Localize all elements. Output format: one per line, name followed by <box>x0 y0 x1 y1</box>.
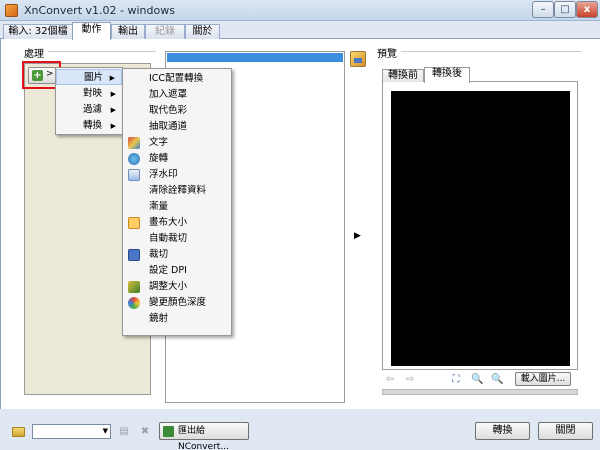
menu-item-watermark[interactable]: 浮水印 <box>123 167 231 183</box>
crop-icon <box>128 249 140 261</box>
convert-button[interactable]: 轉換 <box>475 422 530 440</box>
preset-combo[interactable]: ▼ <box>32 424 111 439</box>
processing-divider <box>48 51 156 52</box>
menu-item-text[interactable]: 文字 <box>123 135 231 151</box>
preview-scrollbar[interactable] <box>382 389 578 395</box>
maximize-button[interactable]: □ <box>554 1 576 18</box>
minimize-button[interactable]: – <box>532 1 554 18</box>
preview-divider <box>401 51 581 52</box>
processing-label: 處理 <box>24 49 44 60</box>
tab-log[interactable]: 紀錄 <box>145 24 185 39</box>
menu-item-icc-convert[interactable]: ICC配置轉換 <box>123 71 231 87</box>
selected-operation-bar[interactable] <box>167 53 343 62</box>
menu-item-gradient[interactable]: 漸量 <box>123 199 231 215</box>
tab-after[interactable]: 轉換後 <box>424 67 470 83</box>
category-menu: 圖片 ▶ 對映 ▶ 過濾 ▶ 轉換 ▶ <box>55 67 123 135</box>
menu-item-map[interactable]: 對映 ▶ <box>56 86 122 102</box>
close-app-button[interactable]: 關閉 <box>538 422 593 440</box>
expand-preview-arrow[interactable]: ▶ <box>354 231 361 241</box>
tab-about[interactable]: 關於 <box>185 24 220 39</box>
menu-item-clear-metadata[interactable]: 清除詮釋資料 <box>123 183 231 199</box>
submenu-arrow-icon: ▶ <box>110 106 116 114</box>
zoom-in-icon[interactable]: 🔍 <box>491 374 503 386</box>
submenu-arrow-icon: ▶ <box>110 90 116 98</box>
tab-input[interactable]: 輸入: 32個檔 <box>3 24 73 39</box>
chevron-down-icon: ▼ <box>102 427 108 435</box>
export-nconvert-label: 匯出給NConvert... <box>178 426 229 450</box>
menu-item-rotate[interactable]: 旋轉 <box>123 151 231 167</box>
menu-item-transform[interactable]: 轉換 ▶ <box>56 118 122 134</box>
delete-icon[interactable]: ✖ <box>139 426 151 438</box>
app-icon <box>5 4 18 17</box>
title-bar: XnConvert v1.02 - windows – □ x <box>0 0 600 21</box>
main-tab-bar: 輸入: 32個檔 動作 輸出 紀錄 關於 <box>0 22 600 40</box>
menu-item-mirror[interactable]: 鏡射 <box>123 311 231 327</box>
image-settings-icon[interactable] <box>350 51 366 67</box>
load-image-button[interactable]: 載入圖片... <box>515 372 571 386</box>
zoom-out-icon[interactable]: 🔍 <box>471 374 483 386</box>
menu-item-filter[interactable]: 過濾 ▶ <box>56 102 122 118</box>
menu-item-canvas-size[interactable]: 畫布大小 <box>123 215 231 231</box>
menu-item-add-mask[interactable]: 加入遮罩 <box>123 87 231 103</box>
resize-icon <box>128 281 140 293</box>
menu-item-auto-crop[interactable]: 自動裁切 <box>123 231 231 247</box>
tab-before[interactable]: 轉換前 <box>382 69 424 83</box>
submenu-arrow-icon: ▶ <box>109 74 115 82</box>
color-depth-icon <box>128 297 140 309</box>
paint-icon <box>128 137 140 149</box>
tab-actions[interactable]: 動作 <box>72 22 111 40</box>
image-submenu: ICC配置轉換 加入遮罩 取代色彩 抽取通道 文字 旋轉 浮水印 清除詮釋資料 … <box>122 68 232 336</box>
menu-item-image[interactable]: 圖片 ▶ <box>56 69 122 85</box>
preview-label: 預覽 <box>377 49 397 60</box>
menu-item-set-dpi[interactable]: 設定 DPI <box>123 263 231 279</box>
forward-icon[interactable]: ⇨ <box>404 374 416 386</box>
menu-item-replace-color[interactable]: 取代色彩 <box>123 103 231 119</box>
preview-tab-bar: 轉換前 轉換後 <box>382 67 578 83</box>
save-icon[interactable]: ▤ <box>118 426 130 438</box>
menu-item-color-depth[interactable]: 變更顏色深度 <box>123 295 231 311</box>
export-icon <box>163 426 174 437</box>
watermark-icon <box>128 169 140 181</box>
canvas-icon <box>128 217 140 229</box>
menu-item-crop[interactable]: 裁切 <box>123 247 231 263</box>
rotate-icon <box>128 153 140 165</box>
window-title: XnConvert v1.02 - windows <box>24 4 175 17</box>
tab-output[interactable]: 輸出 <box>111 24 145 39</box>
export-nconvert-button[interactable]: 匯出給NConvert... <box>159 422 249 450</box>
submenu-arrow-icon: ▶ <box>110 122 116 130</box>
folder-icon[interactable] <box>12 427 25 437</box>
close-button[interactable]: x <box>576 1 598 18</box>
fit-icon[interactable]: ⛶ <box>450 374 462 386</box>
preview-image <box>391 91 570 366</box>
back-icon[interactable]: ⇦ <box>384 374 396 386</box>
menu-item-resize[interactable]: 調整大小 <box>123 279 231 295</box>
menu-item-extract-channel[interactable]: 抽取通道 <box>123 119 231 135</box>
